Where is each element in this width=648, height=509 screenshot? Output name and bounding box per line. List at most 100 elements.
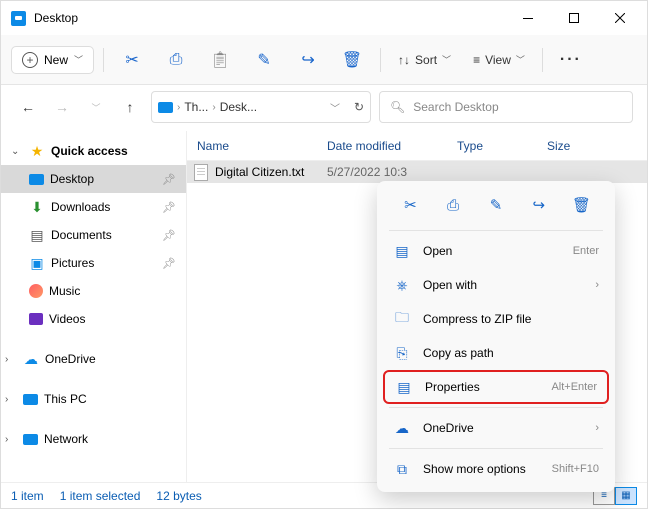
chevron-right-icon: › xyxy=(595,279,599,291)
forward-button[interactable]: → xyxy=(49,94,75,120)
file-row[interactable]: Digital Citizen.txt 5/27/2022 10:3 xyxy=(187,161,647,183)
share-icon[interactable]: ↪ xyxy=(289,42,327,78)
chevron-down-icon: ﹀ xyxy=(74,53,83,66)
refresh-icon[interactable]: ↻ xyxy=(354,100,364,114)
ctx-label: Show more options xyxy=(423,462,540,476)
ctx-label: Properties xyxy=(425,380,539,394)
large-icons-view-icon[interactable]: ▦ xyxy=(615,487,637,505)
delete-icon[interactable]: 🗑︎ xyxy=(333,42,371,78)
history-chevron-icon[interactable]: ﹀ xyxy=(83,94,109,120)
document-icon: ▤ xyxy=(29,227,45,243)
view-button[interactable]: ≡ View ﹀ xyxy=(465,42,533,78)
maximize-button[interactable] xyxy=(551,3,597,33)
more-button[interactable]: ··· xyxy=(552,42,590,78)
close-button[interactable] xyxy=(597,3,643,33)
paste-icon[interactable]: 📋︎ xyxy=(201,42,239,78)
context-quick-actions: ✂ ⎙ ✎ ↪ 🗑︎ xyxy=(383,187,609,227)
sidebar-label: OneDrive xyxy=(45,352,96,366)
search-box[interactable]: 🔍︎ Search Desktop xyxy=(379,91,633,123)
chevron-down-icon[interactable]: ﹀ xyxy=(330,100,340,115)
ctx-onedrive[interactable]: ☁ OneDrive › xyxy=(383,411,609,445)
sidebar: ⌄ ★ Quick access Desktop 📌︎ ⬇ Downloads … xyxy=(1,131,187,482)
network-icon xyxy=(23,434,38,445)
sidebar-label: This PC xyxy=(44,392,87,406)
sidebar-item-onedrive[interactable]: › ☁ OneDrive xyxy=(1,345,186,373)
pc-icon xyxy=(23,394,38,405)
context-menu: ✂ ⎙ ✎ ↪ 🗑︎ ▤ Open Enter ⎈ Open with › 🗀 … xyxy=(377,181,615,492)
rename-icon[interactable]: ✎ xyxy=(245,42,283,78)
pin-icon: 📌︎ xyxy=(162,257,176,270)
pictures-icon: ▣ xyxy=(29,255,45,271)
chevron-right-icon: › xyxy=(595,422,599,434)
column-date[interactable]: Date modified xyxy=(317,139,447,153)
open-with-icon: ⎈ xyxy=(393,277,411,294)
sidebar-item-documents[interactable]: ▤ Documents 📌︎ xyxy=(1,221,186,249)
sidebar-item-network[interactable]: › Network xyxy=(1,425,186,453)
new-label: New xyxy=(44,53,68,67)
sort-label: Sort xyxy=(415,53,437,67)
minimize-button[interactable] xyxy=(505,3,551,33)
separator xyxy=(389,407,603,408)
status-count: 1 item xyxy=(11,489,44,503)
desktop-icon xyxy=(29,174,44,185)
cut-icon[interactable]: ✂ xyxy=(113,42,151,78)
sort-button[interactable]: ↑↓ Sort ﹀ xyxy=(390,42,459,78)
view-icon: ≡ xyxy=(473,53,480,67)
column-type[interactable]: Type xyxy=(447,139,537,153)
music-icon xyxy=(29,284,43,298)
sidebar-item-thispc[interactable]: › This PC xyxy=(1,385,186,413)
copy-path-icon: ⎘ xyxy=(393,345,411,362)
ctx-properties[interactable]: ▤ Properties Alt+Enter xyxy=(383,370,609,404)
file-name: Digital Citizen.txt xyxy=(215,165,327,179)
address-bar[interactable]: › Th... › Desk... ﹀ ↻ xyxy=(151,91,371,123)
rename-icon[interactable]: ✎ xyxy=(481,191,511,219)
sidebar-item-videos[interactable]: Videos xyxy=(1,305,186,333)
separator xyxy=(103,48,104,72)
search-placeholder: Search Desktop xyxy=(413,100,498,114)
ctx-open-with[interactable]: ⎈ Open with › xyxy=(383,268,609,302)
chevron-right-icon: › xyxy=(212,102,215,113)
zip-icon: 🗀 xyxy=(393,307,411,331)
sidebar-quick-access[interactable]: ⌄ ★ Quick access xyxy=(1,137,186,165)
chevron-right-icon: › xyxy=(177,102,180,113)
sidebar-item-desktop[interactable]: Desktop 📌︎ xyxy=(1,165,186,193)
column-name[interactable]: Name xyxy=(187,139,317,153)
sidebar-label: Desktop xyxy=(50,172,94,186)
ctx-shortcut: Enter xyxy=(573,245,599,257)
pin-icon: 📌︎ xyxy=(162,201,176,214)
status-size: 12 bytes xyxy=(156,489,201,503)
ctx-compress[interactable]: 🗀 Compress to ZIP file xyxy=(383,302,609,336)
cut-icon[interactable]: ✂ xyxy=(395,191,425,219)
sidebar-label: Videos xyxy=(49,312,85,326)
ctx-label: Open with xyxy=(423,278,583,292)
download-icon: ⬇ xyxy=(29,199,45,215)
breadcrumb-seg[interactable]: Desk... xyxy=(220,100,257,114)
ctx-copy-path[interactable]: ⎘ Copy as path xyxy=(383,336,609,370)
ctx-more-options[interactable]: ⧉ Show more options Shift+F10 xyxy=(383,452,609,486)
view-label: View xyxy=(485,53,511,67)
sidebar-label: Quick access xyxy=(51,144,128,158)
ctx-open[interactable]: ▤ Open Enter xyxy=(383,234,609,268)
separator xyxy=(389,448,603,449)
chevron-down-icon: ﹀ xyxy=(516,53,525,66)
ctx-label: OneDrive xyxy=(423,421,583,435)
file-header: Name Date modified Type Size xyxy=(187,131,647,161)
copy-icon[interactable]: ⎙ xyxy=(438,191,468,219)
up-button[interactable]: ↑ xyxy=(117,94,143,120)
new-button[interactable]: + New ﹀ xyxy=(11,46,94,74)
sidebar-item-pictures[interactable]: ▣ Pictures 📌︎ xyxy=(1,249,186,277)
sidebar-item-music[interactable]: Music xyxy=(1,277,186,305)
copy-icon[interactable]: ⎙ xyxy=(157,42,195,78)
command-bar: + New ﹀ ✂ ⎙ 📋︎ ✎ ↪ 🗑︎ ↑↓ Sort ﹀ ≡ View ﹀… xyxy=(1,35,647,85)
delete-icon[interactable]: 🗑︎ xyxy=(567,191,597,219)
nav-row: ← → ﹀ ↑ › Th... › Desk... ﹀ ↻ 🔍︎ Search … xyxy=(1,85,647,131)
ctx-label: Open xyxy=(423,244,561,258)
back-button[interactable]: ← xyxy=(15,94,41,120)
app-icon xyxy=(11,11,26,26)
breadcrumb-seg[interactable]: Th... xyxy=(184,100,208,114)
ctx-label: Copy as path xyxy=(423,346,599,360)
sidebar-item-downloads[interactable]: ⬇ Downloads 📌︎ xyxy=(1,193,186,221)
share-icon[interactable]: ↪ xyxy=(524,191,554,219)
ctx-shortcut: Alt+Enter xyxy=(551,381,597,393)
column-size[interactable]: Size xyxy=(537,139,597,153)
